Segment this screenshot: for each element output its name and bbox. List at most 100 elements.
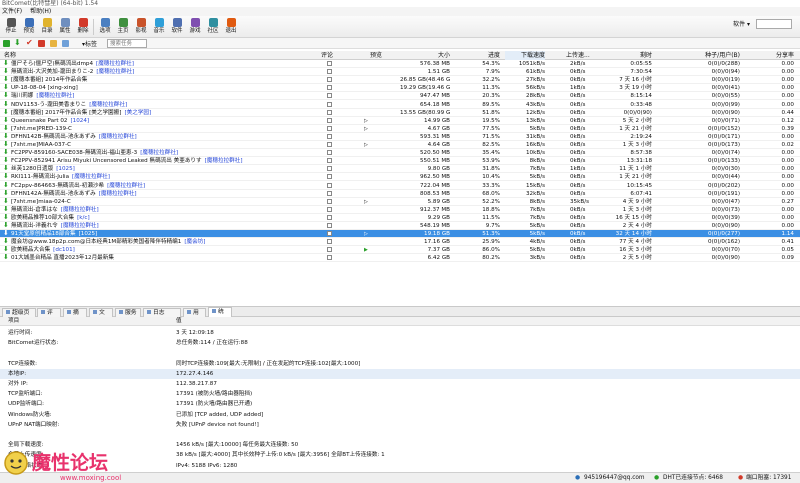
- task-row[interactable]: ⬇ 丝芙1280日遗版 [1025] 9.80 GB 31.8% 7kB/s 1kB/s 11…: [0, 165, 800, 174]
- col-progress[interactable]: 进度: [460, 51, 500, 60]
- tab-file[interactable]: 文件: [89, 308, 113, 325]
- rating-box[interactable]: [327, 239, 332, 245]
- task-tag[interactable]: [魔穗拉拉群社]: [107, 183, 145, 189]
- task-tag[interactable]: [魔穗拉拉群社]: [99, 191, 137, 197]
- task-tag[interactable]: [美之学园]: [124, 110, 151, 116]
- col-eta[interactable]: 剩时: [610, 51, 652, 60]
- toolbar-options-button[interactable]: 选项: [97, 17, 113, 37]
- tab-stats[interactable]: 统计: [208, 307, 232, 324]
- preview-play-icon[interactable]: ▷: [364, 125, 368, 133]
- task-row[interactable]: ⬇ 僵尸そら(僵尸空)無碼流出dmp4 [魔穗拉拉群社] 576.38 MB 54.3%…: [0, 60, 800, 69]
- tab-home[interactable]: 超级页: [2, 308, 36, 317]
- task-tag[interactable]: [魔穗拉拉群社]: [96, 61, 134, 67]
- status-account[interactable]: 945196447@qq.com: [584, 473, 645, 483]
- task-row[interactable]: ⬇ 魔会坊@www.18p2p.com@日本经典1M部精彩美国者降伴特精编1 [魔会…: [0, 238, 800, 247]
- task-tag[interactable]: [魔穗拉拉群社]: [36, 93, 74, 99]
- rating-box[interactable]: [327, 85, 332, 91]
- task-tag[interactable]: [魔穗拉拉群社]: [96, 69, 134, 75]
- task-tag[interactable]: [魔会坊]: [184, 239, 205, 245]
- col-up-speed[interactable]: 上传速...: [566, 51, 590, 60]
- toolbar-community-button[interactable]: 社区: [205, 17, 221, 37]
- task-tag[interactable]: [k/c]: [77, 215, 90, 221]
- toolbar-exit-button[interactable]: 退出: [223, 17, 239, 37]
- task-row[interactable]: ⬇ [7sht.me]MIAA-037-C 4.64 GB 82.5% 16kB/s 0k…: [0, 141, 800, 150]
- preview-play-icon[interactable]: ▷: [364, 198, 368, 206]
- col-preview[interactable]: 预览: [370, 51, 382, 60]
- folder-icon[interactable]: [50, 40, 57, 47]
- toolbar-home-button[interactable]: 主页: [115, 17, 131, 37]
- task-row[interactable]: ⬇ 91天堂原创精品18部合集 [1025] 19.18 GB 51.3% 5kB/s 0k…: [0, 230, 800, 239]
- skin-selector[interactable]: 软件 ▾: [733, 19, 750, 28]
- task-tag[interactable]: [魔穗拉拉群社]: [140, 150, 178, 156]
- task-row[interactable]: ⬇ [7sht.me]miaa-024-C 5.89 GB 52.2% 8kB/s 35k…: [0, 198, 800, 206]
- rating-box[interactable]: [327, 125, 332, 131]
- rating-box[interactable]: [327, 174, 332, 180]
- col-seeds[interactable]: 种子/用户(B): [680, 51, 740, 60]
- rating-box[interactable]: [327, 150, 332, 156]
- checkmark-icon[interactable]: ✔: [26, 39, 33, 47]
- toolbar-video-button[interactable]: 影视: [133, 17, 149, 37]
- task-tag[interactable]: [1025]: [79, 231, 98, 237]
- list-view-icon[interactable]: [62, 40, 69, 47]
- task-row[interactable]: ⬇ 無碼流出-倉準はな [魔穗拉拉群社] 912.37 MB 18.8% 7kB/s 0kB…: [0, 206, 800, 214]
- rating-box[interactable]: [327, 69, 332, 75]
- stop-all-icon[interactable]: [38, 40, 45, 47]
- task-tag[interactable]: [魔穗拉拉群社]: [61, 223, 99, 229]
- toolbar-stop-button[interactable]: 停止: [3, 17, 19, 37]
- col-rating[interactable]: 评论: [321, 51, 333, 60]
- rating-box[interactable]: [327, 247, 332, 253]
- task-row[interactable]: ⬇ FC2ppv-864663-無碼流出-初瀬沙希 [魔穗拉拉群社] 722.04 M…: [0, 182, 800, 190]
- tab-server[interactable]: 服务器: [115, 308, 141, 325]
- task-row[interactable]: ⬇ 無碼流出-洋義れ令 [魔穗拉拉群社] 548.19 MB 9.7% 5kB/s 0kB/…: [0, 222, 800, 231]
- rating-box[interactable]: [327, 231, 332, 237]
- task-tag[interactable]: [魔穗拉拉群社]: [61, 207, 99, 213]
- task-row[interactable]: ⬇ 瑞川莉娜 [魔穗拉拉群社] 947.47 MB 20.3% 28kB/s 0kB/s 8:…: [0, 92, 800, 101]
- toolbar-folder-button[interactable]: 目录: [39, 17, 55, 37]
- task-row[interactable]: ⬇ [7sht.me]PRED-139-C 4.67 GB 77.5% 5kB/s 0kB…: [0, 125, 800, 133]
- rating-box[interactable]: [327, 77, 332, 83]
- task-tag[interactable]: [魔穗拉拉群社]: [205, 158, 243, 164]
- tab-user[interactable]: 用户: [183, 308, 206, 325]
- rating-box[interactable]: [327, 93, 332, 99]
- task-row[interactable]: ⬇ NDV1153-う-瀧田美香まりこ [魔穗拉拉群社] 654.18 MB 89.5%…: [0, 101, 800, 109]
- toolbar-game-button[interactable]: 游戏: [187, 17, 203, 37]
- task-search-input[interactable]: [107, 39, 147, 48]
- task-row[interactable]: ⬇ UP-18-08-04 [xing-xing] 19.29 GB(19.46 G…: [0, 84, 800, 93]
- skin-search-box[interactable]: [756, 19, 792, 29]
- task-row[interactable]: ⬇ FC2PPV-852941 Arisu Miyuki Uncensored L…: [0, 157, 800, 166]
- task-tag[interactable]: [魔穗拉拉群社]: [72, 174, 110, 180]
- task-row[interactable]: ⬇ 欧美精品推荐10部大合集 [k/c] 9.29 GB 11.5% 7kB/s 0kB/s…: [0, 214, 800, 222]
- rating-box[interactable]: [327, 190, 332, 196]
- task-row[interactable]: ⬇ Queensnake Part 02 [1024] 14.99 GB 19.5% 13…: [0, 117, 800, 125]
- toolbar-music-button[interactable]: 音乐: [151, 17, 167, 37]
- rating-box[interactable]: [327, 61, 332, 66]
- rating-box[interactable]: [327, 182, 332, 188]
- col-down-speed[interactable]: 下载速度: [505, 51, 545, 60]
- task-row[interactable]: ⬇ RKI111-無碼流出-Julia [魔穗拉拉群社] 962.50 MB 10.4%…: [0, 173, 800, 182]
- rating-box[interactable]: [327, 158, 332, 164]
- task-row[interactable]: ⬇ 欧美精品大合集 [dc101] 7.37 GB 86.0% 5kB/s 0kB/s 16 …: [0, 246, 800, 255]
- rating-box[interactable]: [327, 101, 332, 107]
- menu-file[interactable]: 文件(F): [2, 8, 22, 15]
- add-task-icon[interactable]: [3, 40, 10, 47]
- task-row[interactable]: ⬇[魔穗本番組] 2014年作品合集 26.85 GB(48.46 GB) 32.2…: [0, 76, 800, 85]
- task-tag[interactable]: [1024]: [70, 118, 89, 124]
- task-tag[interactable]: [1025]: [56, 166, 75, 172]
- toolbar-software-button[interactable]: 软件: [169, 17, 185, 37]
- preview-play-icon[interactable]: ▷: [364, 230, 368, 238]
- col-ratio[interactable]: 分享率: [750, 51, 794, 60]
- task-tag[interactable]: [魔穗拉拉群社]: [89, 102, 127, 108]
- task-tag[interactable]: [dc101]: [53, 247, 75, 253]
- toolbar-delete-button[interactable]: 删除: [75, 17, 91, 37]
- task-row[interactable]: ⬇ 01大城墨台精品 直播2023年12月最新集 6.42 GB 80.2% 3kB/s…: [0, 254, 800, 263]
- menu-help[interactable]: 帮助(H): [30, 8, 51, 15]
- task-row[interactable]: ⬇ DFHN142A-無碼流出-池永あずみ [魔穗拉拉群社] 808.53 MB 68.…: [0, 190, 800, 198]
- rating-box[interactable]: [327, 109, 332, 115]
- toolbar-preview-button[interactable]: 预览: [21, 17, 37, 37]
- preview-play-icon[interactable]: ▷: [364, 141, 368, 149]
- col-size[interactable]: 大小: [410, 51, 450, 60]
- rating-box[interactable]: [327, 142, 332, 147]
- col-name[interactable]: 名称: [4, 51, 16, 60]
- arrow-down-icon[interactable]: ⬇: [14, 39, 21, 47]
- rating-box[interactable]: [327, 133, 332, 139]
